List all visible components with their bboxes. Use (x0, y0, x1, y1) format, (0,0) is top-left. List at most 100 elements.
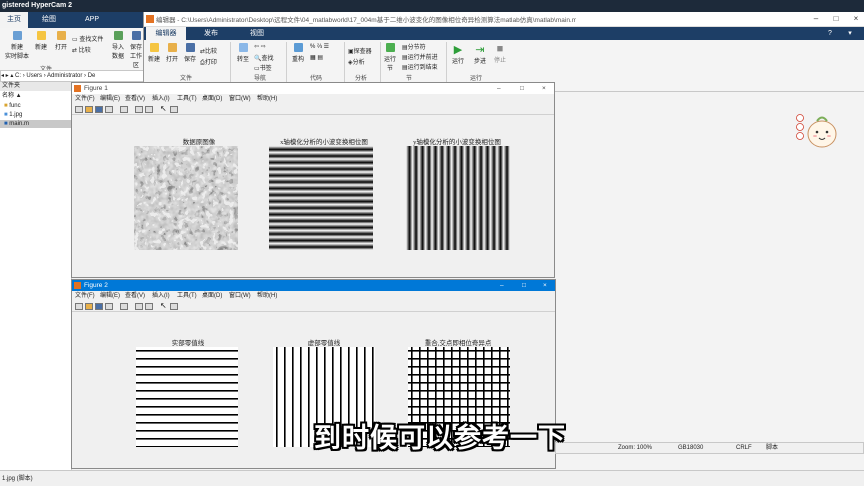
indent-tools[interactable]: ▦ ▤ (310, 54, 340, 61)
menu-help[interactable]: 帮助(H) (257, 291, 277, 301)
menu-insert[interactable]: 插入(I) (152, 291, 170, 301)
file-item-func[interactable]: ■ func (0, 102, 72, 110)
menu-edit[interactable]: 编辑(E) (100, 291, 120, 301)
code-group-label: 代码 (310, 76, 323, 82)
y-phase-image (406, 146, 510, 250)
link-icon[interactable] (120, 303, 128, 310)
refactor-button[interactable]: 重构 (291, 43, 305, 63)
encoding: GB18030 (678, 445, 704, 451)
tab-home[interactable]: 主页 (0, 12, 28, 28)
stop-button[interactable]: ■ 停止 (492, 43, 508, 64)
editor-title: 编辑器 - C:\Users\Administrator\Desktop\远程文… (156, 17, 576, 24)
open-icon[interactable] (85, 106, 93, 113)
menu-window[interactable]: 窗口(W) (229, 291, 251, 301)
open-icon[interactable] (85, 303, 93, 310)
plot-title-real-zero: 实部零值线 (171, 340, 205, 347)
print-icon[interactable] (105, 303, 113, 310)
editor-new-button[interactable]: 新建 (147, 43, 161, 63)
print-icon[interactable] (105, 106, 113, 113)
run-advance-button[interactable]: ▤运行并前进 (402, 52, 446, 61)
save-icon[interactable] (95, 303, 103, 310)
menu-desktop[interactable]: 桌面(D) (202, 291, 222, 301)
save-workspace-button[interactable]: 保存 工作区 (128, 31, 144, 69)
file-item-1jpg[interactable]: ■ 1.jpg (0, 111, 72, 119)
goto-button[interactable]: 转至 (236, 43, 250, 63)
script-file-icon: ■ (4, 121, 8, 127)
noise-image (134, 146, 238, 250)
address-bar[interactable]: ◂ ▸ ▴ C: › Users › Administrator › De (0, 70, 145, 82)
maximize-button[interactable]: □ (522, 280, 526, 291)
run-to-end-button[interactable]: ▤运行到结束 (402, 62, 446, 71)
menu-file[interactable]: 文件(F) (75, 291, 95, 301)
menu-view[interactable]: 查看(V) (125, 291, 145, 301)
menu-file[interactable]: 文件(F) (75, 94, 95, 104)
legend-icon[interactable] (145, 303, 153, 310)
menu-tools[interactable]: 工具(T) (177, 94, 197, 104)
figure1-window: Figure 1 – □ × 文件(F) 编辑(E) 查看(V) 插入(I) 工… (71, 82, 555, 278)
menu-tools[interactable]: 工具(T) (177, 291, 197, 301)
link-icon[interactable] (120, 106, 128, 113)
step-icon: ⇥ (475, 44, 485, 56)
run-section-button[interactable]: 运行 节 (382, 43, 398, 72)
section-break-button[interactable]: ▤分节符 (402, 42, 446, 51)
maximize-button[interactable]: □ (520, 83, 524, 94)
pointer-icon[interactable]: ↖ (160, 301, 168, 310)
profiler-button[interactable]: ▣探查器 (348, 46, 380, 55)
new-button[interactable]: 新建 (32, 31, 50, 51)
menu-insert[interactable]: 插入(I) (152, 94, 170, 104)
minimize-button[interactable]: – (497, 83, 501, 94)
save-icon[interactable] (95, 106, 103, 113)
close-button[interactable]: × (543, 280, 547, 291)
editor-print-button[interactable]: ⎙打印 (200, 57, 226, 67)
menu-view[interactable]: 查看(V) (125, 94, 145, 104)
new-figure-icon[interactable] (75, 106, 83, 113)
tab-editor[interactable]: 编辑器 (146, 27, 186, 40)
tab-view[interactable]: 视图 (240, 27, 274, 40)
file-item-main-m[interactable]: ■ main.m (0, 120, 72, 128)
colorbar-icon[interactable] (135, 303, 143, 310)
minimize-button[interactable]: – (500, 280, 504, 291)
comment-tools[interactable]: % ⅔ ☰ (310, 43, 340, 50)
menu-desktop[interactable]: 桌面(D) (202, 94, 222, 104)
run-button[interactable]: ▶ 运行 (450, 43, 466, 65)
bookmark-button[interactable]: ▭书签 (254, 63, 280, 72)
menu-edit[interactable]: 编辑(E) (100, 94, 120, 104)
import-data-button[interactable]: 导入 数据 (110, 31, 126, 60)
analyze-group-label: 分析 (355, 76, 368, 82)
step-button[interactable]: ⇥ 步进 (472, 43, 488, 65)
property-icon[interactable] (170, 303, 178, 310)
property-icon[interactable] (170, 106, 178, 113)
analyze-button[interactable]: ◈分析 (348, 57, 380, 66)
menu-help[interactable]: 帮助(H) (257, 94, 277, 104)
close-button[interactable]: × (542, 83, 546, 94)
back-icon[interactable]: ◂ ▸ ▴ (1, 73, 13, 79)
tab-plots[interactable]: 绘图 (35, 12, 63, 28)
pointer-icon[interactable]: ↖ (160, 104, 168, 113)
editor-save-button[interactable]: 保存 (183, 43, 197, 63)
open-button[interactable]: 打开 (52, 31, 70, 51)
name-column-header[interactable]: 名称 ▲ (0, 92, 72, 101)
minimize-button[interactable]: – (809, 12, 823, 26)
bottom-status-bar: 1.jpg (脚本) (0, 470, 864, 486)
editor-compare-button[interactable]: ⇄比较 (200, 46, 226, 55)
tab-publish[interactable]: 发布 (194, 27, 228, 40)
compare-button[interactable]: ⇄ 比较 (72, 45, 108, 54)
colorbar-icon[interactable] (135, 106, 143, 113)
close-button[interactable]: × (849, 12, 863, 26)
menu-window[interactable]: 窗口(W) (229, 94, 251, 104)
find-button[interactable]: 🔍查找 (254, 53, 280, 62)
new-figure-icon[interactable] (75, 303, 83, 310)
plot-title-x-phase: x轴模化分析的小波变换相位图 (280, 139, 368, 146)
expand-icon[interactable]: ▾ (844, 27, 856, 40)
nav-arrows[interactable]: ⇦ ⇨ (254, 43, 280, 50)
legend-icon[interactable] (145, 106, 153, 113)
editor-tab-bar: 编辑器 发布 视图 ? ▾ (144, 27, 864, 40)
new-live-script-button[interactable]: 新建 实时脚本 (4, 31, 30, 60)
find-files-button[interactable]: ▭ 查找文件 (72, 34, 108, 43)
tab-apps[interactable]: APP (78, 12, 106, 28)
editor-open-button[interactable]: 打开 (164, 43, 180, 63)
main-tab-bar: 主页 绘图 APP (0, 12, 145, 28)
find-files-icon: ▭ (72, 37, 78, 43)
help-icon[interactable]: ? (824, 27, 836, 40)
maximize-button[interactable]: □ (829, 12, 843, 26)
